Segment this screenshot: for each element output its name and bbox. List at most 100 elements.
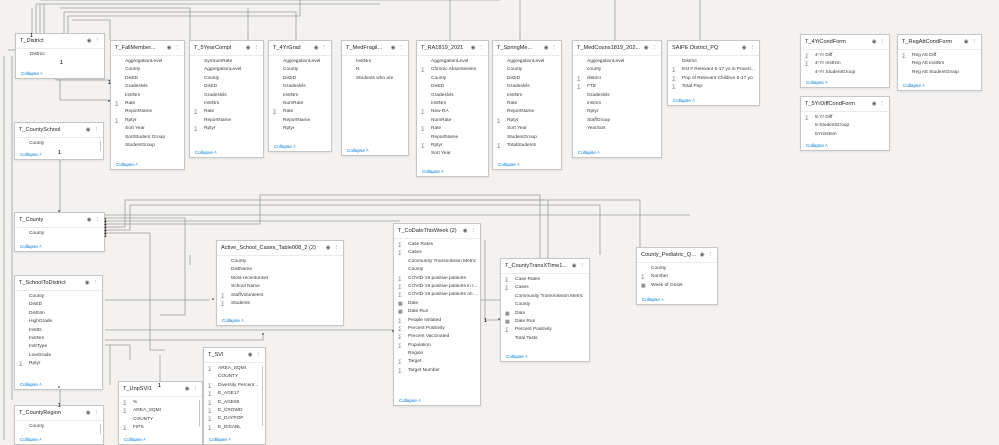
more-options-icon[interactable]: ⋮: [175, 45, 181, 51]
field-item[interactable]: ∑ Rptyr: [190, 125, 263, 133]
collapse-link[interactable]: Collapse ˄: [399, 398, 421, 403]
more-options-icon[interactable]: ⋮: [399, 45, 405, 51]
field-item[interactable]: ∑ E_CROWD: [204, 407, 265, 415]
table-header[interactable]: T_MedCouns1819_202... ◉ ⋮: [573, 41, 661, 56]
table-header[interactable]: T_CountySchool ◉ ⋮: [15, 123, 103, 138]
table-card-pediatric[interactable]: County_Pediatric_Que... ◉ ⋮ County ∑ Number ▦ W…: [636, 247, 718, 305]
collapse-link[interactable]: Collapse ˄: [506, 354, 528, 359]
field-item[interactable]: 4-Yr StudentGroup: [801, 69, 889, 77]
table-card-springme[interactable]: T_SpringMe... ◉ ⋮ AggregationLevel County Dis…: [492, 40, 562, 170]
field-item[interactable]: InstNm: [493, 92, 561, 100]
table-header[interactable]: T_4YiCondForm ◉ ⋮: [801, 35, 889, 50]
field-item[interactable]: DistID: [493, 75, 561, 83]
field-item[interactable]: District: [668, 58, 759, 66]
collapse-link[interactable]: Collapse ˄: [124, 437, 146, 442]
field-item[interactable]: Gradeslvls: [573, 92, 661, 100]
more-options-icon[interactable]: ⋮: [708, 252, 714, 258]
field-item[interactable]: County: [111, 66, 184, 74]
collapse-link[interactable]: Collapse ˄: [20, 382, 42, 387]
more-options-icon[interactable]: ⋮: [256, 352, 262, 358]
collapse-link[interactable]: Collapse ˄: [209, 437, 231, 442]
table-card-unpsvi[interactable]: T_UnpSVI1 ◉ ⋮ ∑% ∑ AREA_SQMI COUNTY ∑ FIPS Collap…: [118, 381, 203, 445]
eye-icon[interactable]: ◉: [246, 45, 251, 51]
field-item[interactable]: Rptyr: [573, 108, 661, 116]
field-item[interactable]: County: [269, 66, 331, 74]
field-item[interactable]: Reg Att InstNm: [898, 60, 981, 68]
eye-icon[interactable]: ◉: [248, 352, 253, 358]
eye-icon[interactable]: ◉: [742, 45, 747, 51]
more-options-icon[interactable]: ⋮: [479, 45, 485, 51]
field-item[interactable]: NumRate: [269, 100, 331, 108]
collapse-link[interactable]: Collapse ˄: [116, 162, 138, 167]
table-header[interactable]: T_MedFragil... ◉ ⋮: [342, 41, 408, 56]
eye-icon[interactable]: ◉: [326, 245, 331, 251]
more-options-icon[interactable]: ⋮: [471, 228, 477, 234]
field-item[interactable]: ∑ Percent Positivity: [394, 325, 480, 333]
collapse-link[interactable]: Collapse ˄: [20, 437, 42, 442]
field-item[interactable]: County: [15, 293, 102, 301]
collapse-link[interactable]: Collapse ˄: [222, 318, 244, 323]
table-header[interactable]: T_4YrGrad ◉ ⋮: [269, 41, 331, 56]
field-item[interactable]: County: [15, 230, 104, 238]
field-item[interactable]: DistID: [190, 83, 263, 91]
table-card-svi[interactable]: T_SVI ◉ ⋮ ∑ AREA_SQMI COUNTY ∑ Diversity Percen…: [203, 347, 266, 445]
collapse-link[interactable]: Collapse ˄: [498, 162, 520, 167]
field-item[interactable]: ReportName: [493, 108, 561, 116]
field-item[interactable]: ∑ E_AGE17: [204, 390, 265, 398]
scrollbar[interactable]: [198, 400, 200, 428]
table-header[interactable]: T_SpringMe... ◉ ⋮: [493, 41, 561, 56]
field-item[interactable]: DistName: [217, 266, 343, 274]
scrollbar[interactable]: [99, 141, 101, 151]
field-item[interactable]: InstNm: [190, 100, 263, 108]
table-card-fallmember[interactable]: T_FallMember... ◉ ⋮ AggregationLevel County D…: [110, 40, 185, 170]
field-item[interactable]: Gradeslvls: [417, 92, 488, 100]
more-options-icon[interactable]: ⋮: [972, 39, 978, 45]
field-item[interactable]: InstNm: [342, 58, 408, 66]
field-item[interactable]: Community Transmission Metric: [501, 293, 589, 301]
eye-icon[interactable]: ◉: [872, 101, 877, 107]
eye-icon[interactable]: ◉: [572, 263, 577, 269]
field-item[interactable]: County: [190, 75, 263, 83]
field-item[interactable]: InstType: [15, 343, 102, 351]
field-item[interactable]: County: [217, 258, 343, 266]
eye-icon[interactable]: ◉: [391, 45, 396, 51]
table-card-medcouns[interactable]: T_MedCouns1819_202... ◉ ⋮ AggregationLevel c…: [572, 40, 662, 158]
field-item[interactable]: ∑ Chronic Absenteeism: [417, 66, 488, 74]
field-item[interactable]: AggregationLevel: [417, 58, 488, 66]
collapse-link[interactable]: Collapse ˄: [20, 152, 42, 157]
field-item[interactable]: ∑ COVID-19 positive patients: [394, 275, 480, 283]
table-card-codatothisweek[interactable]: T_CoDatoThisWeek (2) ◉ ⋮ ∑ Case Rates ∑ Cases C…: [393, 223, 481, 406]
table-card-saipe[interactable]: SAIPE District_PQ ◉ ⋮ District ∑ Est # Releva…: [667, 40, 760, 106]
field-item[interactable]: ∑ Percent Positivity: [501, 326, 589, 334]
field-item[interactable]: ∑ 4-Yr Diff: [801, 52, 889, 60]
field-item[interactable]: DistID: [269, 75, 331, 83]
field-item[interactable]: Most-recentonset: [217, 275, 343, 283]
field-item[interactable]: YearSort: [573, 125, 661, 133]
field-item[interactable]: COUNTY: [204, 373, 265, 381]
eye-icon[interactable]: ◉: [167, 45, 172, 51]
field-item[interactable]: County: [417, 75, 488, 83]
field-item[interactable]: Rate: [493, 100, 561, 108]
field-item[interactable]: ∑ Reg Att Diff: [898, 52, 981, 60]
field-item[interactable]: County: [15, 423, 103, 431]
field-item[interactable]: County: [493, 66, 561, 74]
table-header[interactable]: T_5YearCompl ◉ ⋮: [190, 41, 263, 56]
collapse-link[interactable]: Collapse ˄: [578, 150, 600, 155]
field-item[interactable]: ∑ Rate: [269, 108, 331, 116]
field-item[interactable]: ∑ 5-Yr Diff: [801, 114, 889, 122]
field-item[interactable]: DistID: [111, 75, 184, 83]
field-item[interactable]: HighGrade: [15, 318, 102, 326]
field-item[interactable]: AggregationLevel: [493, 58, 561, 66]
field-item[interactable]: ∑ StaffVolunteers: [217, 292, 343, 300]
field-item[interactable]: Community Transmission Metric: [394, 258, 480, 266]
field-item[interactable]: COUNTY: [119, 416, 202, 424]
field-item[interactable]: ∑ Cases: [501, 284, 589, 292]
field-item[interactable]: ∑ People Initiated: [394, 317, 480, 325]
field-item[interactable]: ReportName: [190, 117, 263, 125]
field-item[interactable]: ∑ Diversity Percent...: [204, 382, 265, 390]
collapse-link[interactable]: Collapse ˄: [347, 148, 369, 153]
field-item[interactable]: ReportName: [269, 117, 331, 125]
table-card-yicondform[interactable]: T_4YiCondForm ◉ ⋮ ∑ 4-Yr Diff ∑ 4-Yr InstNm 4-Y…: [800, 34, 890, 88]
field-item[interactable]: Students who are: [342, 75, 408, 83]
field-item[interactable]: ∑ Rptyr: [493, 117, 561, 125]
